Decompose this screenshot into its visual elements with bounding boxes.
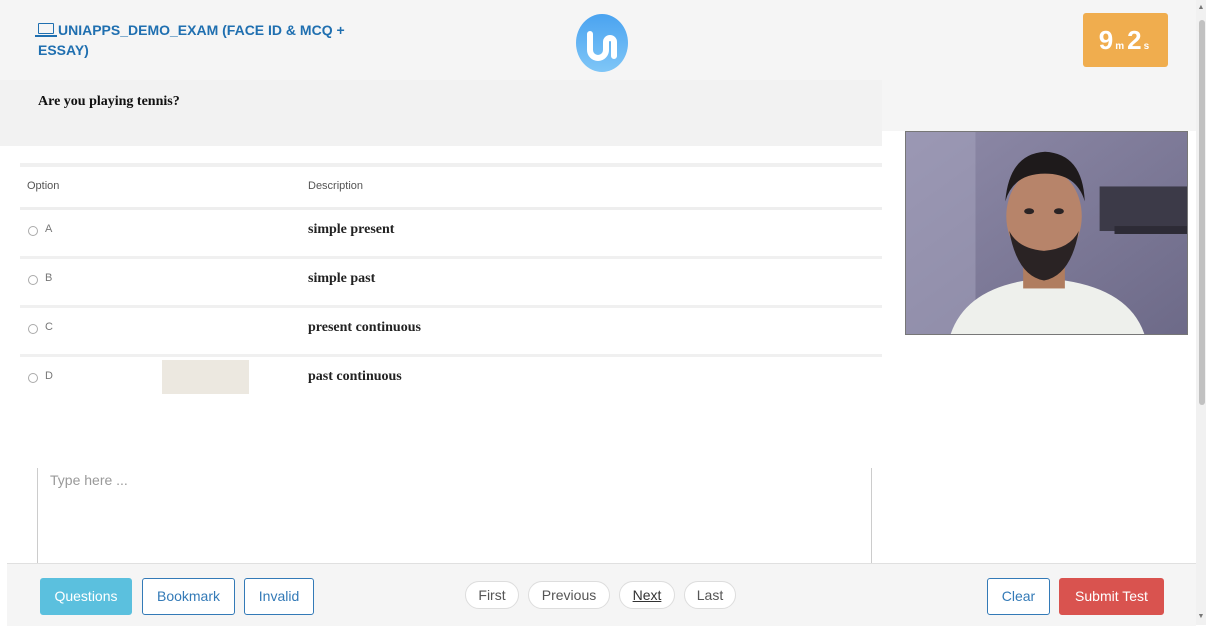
essay-answer-box[interactable]: Type here ... xyxy=(37,468,872,568)
timer-minutes: 9 xyxy=(1098,25,1114,55)
option-letter: A xyxy=(45,223,53,235)
option-a-radio[interactable] xyxy=(28,226,38,236)
previous-button[interactable]: Previous xyxy=(528,581,610,609)
option-c-radio[interactable] xyxy=(28,324,38,334)
option-description: present continuous xyxy=(308,320,421,335)
uniapps-logo xyxy=(576,14,628,72)
option-column-header: Option xyxy=(27,180,60,192)
timer-minutes-unit: m xyxy=(1115,41,1125,52)
timer-seconds-unit: s xyxy=(1143,41,1150,52)
option-description: simple present xyxy=(308,222,395,237)
highlight-overlay xyxy=(162,360,249,394)
option-row-d[interactable]: D past continuous xyxy=(20,357,882,403)
questions-button[interactable]: Questions xyxy=(40,578,132,615)
option-letter: D xyxy=(45,370,53,382)
timer-seconds: 2 xyxy=(1127,25,1142,55)
webcam-feed xyxy=(905,131,1188,335)
question-text: Are you playing tennis? xyxy=(38,94,180,109)
option-d-radio[interactable] xyxy=(28,373,38,383)
exam-title-text: UNIAPPS_DEMO_EXAM (FACE ID & MCQ + ESSAY… xyxy=(38,22,345,58)
option-row-c[interactable]: C present continuous xyxy=(20,308,882,357)
next-label: Next xyxy=(632,587,662,603)
countdown-timer: 9m2s xyxy=(1083,13,1168,67)
option-letter: B xyxy=(45,272,53,284)
clear-button[interactable]: Clear xyxy=(987,578,1050,615)
scrollbar-thumb[interactable] xyxy=(1199,20,1205,405)
option-row-b[interactable]: B simple past xyxy=(20,259,882,308)
option-description: past continuous xyxy=(308,369,402,384)
scroll-down-icon[interactable]: ▼ xyxy=(1197,613,1205,620)
options-table: Option Description A simple present B si… xyxy=(20,163,882,403)
laptop-icon xyxy=(35,23,57,37)
bookmark-button[interactable]: Bookmark xyxy=(142,578,235,615)
option-description: simple past xyxy=(308,271,376,286)
first-button[interactable]: First xyxy=(465,581,519,609)
last-button[interactable]: Last xyxy=(684,581,736,609)
exam-title: UNIAPPS_DEMO_EXAM (FACE ID & MCQ + ESSAY… xyxy=(35,20,368,60)
description-column-header: Description xyxy=(308,180,364,192)
submit-test-button[interactable]: Submit Test xyxy=(1059,578,1164,615)
navigation-footer: Questions Bookmark Invalid First Previou… xyxy=(7,563,1196,626)
options-header: Option Description xyxy=(20,163,882,210)
scroll-up-icon[interactable]: ▲ xyxy=(1197,4,1205,11)
invalid-button[interactable]: Invalid xyxy=(244,578,314,615)
option-letter: C xyxy=(45,321,53,333)
question-bar: Are you playing tennis? xyxy=(0,80,882,146)
option-row-a[interactable]: A simple present xyxy=(20,210,882,259)
essay-placeholder: Type here ... xyxy=(50,472,128,488)
option-b-radio[interactable] xyxy=(28,275,38,285)
next-button[interactable]: Next xyxy=(619,581,675,609)
